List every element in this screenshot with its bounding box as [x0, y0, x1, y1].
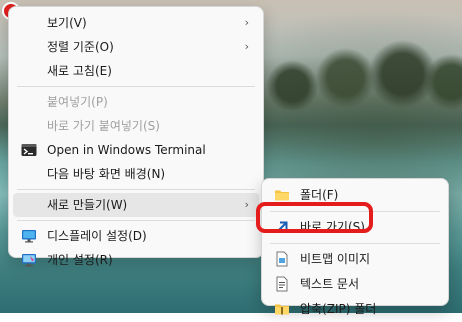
- desktop-context-menu: 보기(V) › 정렬 기준(O) › 새로 고침(E) 붙여넣기(P) 바로 가…: [8, 6, 264, 267]
- zip-folder-icon: [275, 304, 289, 315]
- menu-separator: [270, 243, 440, 244]
- text-document-icon: [276, 276, 288, 292]
- menu-item-label: 압축(ZIP) 폴더: [300, 302, 377, 316]
- menu-item-paste[interactable]: 붙여넣기(P): [13, 90, 259, 114]
- menu-item-label: 새로 만들기(W): [47, 198, 128, 212]
- chevron-right-icon: ›: [244, 40, 249, 53]
- menu-item-label: 다음 바탕 화면 배경(N): [47, 167, 166, 181]
- wallpaper-trees: [250, 30, 462, 110]
- menu-item-new[interactable]: 새로 만들기(W) ›: [13, 193, 259, 217]
- menu-item-label: 새로 고침(E): [47, 64, 112, 78]
- menu-item-label: 정렬 기준(O): [47, 40, 114, 54]
- menu-item-label: 보기(V): [47, 16, 87, 30]
- menu-item-refresh[interactable]: 새로 고침(E): [13, 59, 259, 83]
- menu-item-sort-by[interactable]: 정렬 기준(O) ›: [13, 35, 259, 59]
- folder-icon: [275, 190, 289, 201]
- menu-item-personalize[interactable]: 개인 설정(R): [13, 248, 259, 272]
- display-icon: [22, 230, 36, 243]
- submenu-item-bitmap[interactable]: 비트맵 이미지: [266, 247, 444, 272]
- menu-item-label: 디스플레이 설정(D): [47, 229, 147, 243]
- new-submenu: 폴더(F) 바로 가기(S) 비트맵 이미지 텍스트 문서 압축(ZIP) 폴더: [261, 178, 449, 316]
- personalize-icon: [22, 254, 36, 267]
- menu-item-label: 비트맵 이미지: [300, 252, 371, 266]
- shortcut-highlight-annotation: [256, 202, 373, 233]
- terminal-icon: [21, 144, 37, 156]
- menu-separator: [17, 220, 255, 221]
- bitmap-icon: [276, 251, 288, 267]
- menu-separator: [17, 189, 255, 190]
- submenu-item-text-document[interactable]: 텍스트 문서: [266, 272, 444, 297]
- chevron-right-icon: ›: [244, 198, 249, 211]
- menu-separator: [17, 86, 255, 87]
- chevron-right-icon: ›: [244, 16, 249, 29]
- menu-item-label: 바로 가기 붙여넣기(S): [47, 119, 160, 133]
- submenu-item-zip-folder[interactable]: 압축(ZIP) 폴더: [266, 297, 444, 322]
- menu-item-display-settings[interactable]: 디스플레이 설정(D): [13, 224, 259, 248]
- menu-item-label: Open in Windows Terminal: [47, 143, 206, 157]
- menu-item-label: 개인 설정(R): [47, 253, 113, 267]
- menu-item-paste-shortcut[interactable]: 바로 가기 붙여넣기(S): [13, 114, 259, 138]
- menu-item-label: 텍스트 문서: [300, 277, 360, 291]
- menu-item-view[interactable]: 보기(V) ›: [13, 11, 259, 35]
- menu-item-label: 붙여넣기(P): [47, 95, 108, 109]
- menu-item-open-terminal[interactable]: Open in Windows Terminal: [13, 138, 259, 162]
- menu-item-label: 폴더(F): [300, 188, 339, 202]
- menu-item-next-background[interactable]: 다음 바탕 화면 배경(N): [13, 162, 259, 186]
